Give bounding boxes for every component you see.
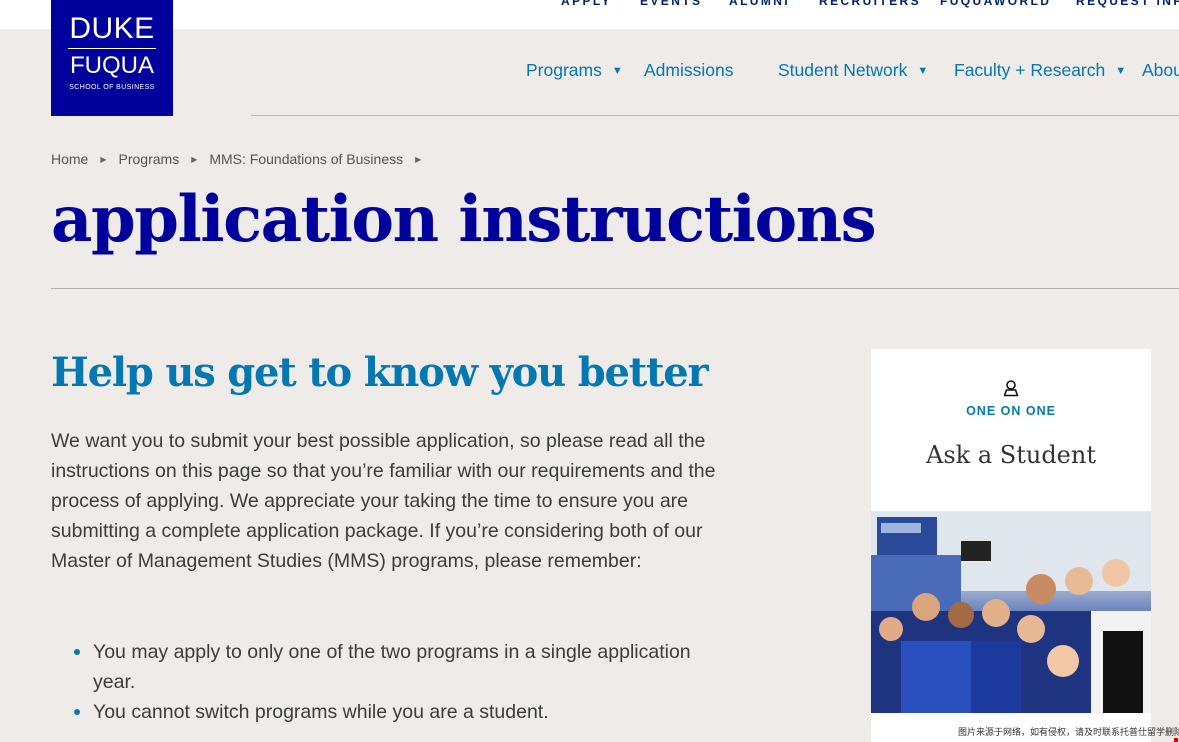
- breadcrumb-home[interactable]: Home: [51, 151, 88, 167]
- title-divider: [51, 288, 1179, 289]
- card-kicker: ONE ON ONE: [966, 404, 1056, 418]
- nav-item-about[interactable]: About: [1142, 60, 1179, 81]
- caret-down-icon: ▼: [917, 64, 929, 77]
- nav-item-label: Admissions: [644, 60, 734, 80]
- logo-line-fuqua: FUQUA: [70, 52, 154, 79]
- utility-link-recruiters[interactable]: RECRUITERS: [819, 0, 940, 11]
- person-icon: [1003, 380, 1019, 397]
- duke-fuqua-logo[interactable]: DUKE FUQUA SCHOOL OF BUSINESS: [51, 0, 173, 116]
- students-photo-illustration: [871, 511, 1151, 713]
- breadcrumb-separator-icon: ▶: [415, 154, 422, 164]
- ask-a-student-card[interactable]: ONE ON ONE Ask a Student: [871, 349, 1151, 742]
- nav-item-faculty-research[interactable]: Faculty + Research ▼: [954, 60, 1126, 81]
- intro-paragraph: We want you to submit your best possible…: [51, 430, 716, 572]
- requirements-list: You may apply to only one of the two pro…: [71, 637, 691, 727]
- utility-link-events[interactable]: EVENTS: [640, 0, 729, 11]
- nav-item-student-network[interactable]: Student Network ▼: [778, 60, 928, 81]
- page-title: application instructions: [51, 182, 877, 257]
- nav-item-label: Faculty + Research: [954, 60, 1106, 80]
- utility-bar: APPLY EVENTS ALUMNI RECRUITERS FUQUAWORL…: [0, 0, 1179, 29]
- breadcrumb-programs[interactable]: Programs: [119, 151, 180, 167]
- nav-item-label: About: [1142, 60, 1179, 80]
- watermark-text: 图片来源于网络，如有侵权，请及时联系托普仕留学删除: [958, 727, 1179, 737]
- nav-item-label: Student Network: [778, 60, 908, 80]
- breadcrumb: Home ▶ Programs ▶ MMS: Foundations of Bu…: [51, 151, 433, 167]
- utility-nav: APPLY EVENTS ALUMNI RECRUITERS FUQUAWORL…: [561, 0, 1179, 11]
- nav-item-programs[interactable]: Programs ▼: [526, 60, 623, 81]
- list-item: You may apply to only one of the two pro…: [71, 637, 691, 697]
- students-photo: [871, 511, 1151, 713]
- nav-item-label: Programs: [526, 60, 602, 80]
- list-item: You cannot switch programs while you are…: [71, 697, 691, 727]
- corner-marker: [1174, 738, 1178, 742]
- logo-line-duke: DUKE: [69, 12, 155, 45]
- logo-line-school: SCHOOL OF BUSINESS: [69, 84, 155, 91]
- nav-divider: [251, 115, 1179, 116]
- breadcrumb-separator-icon: ▶: [191, 154, 198, 164]
- utility-link-request-info[interactable]: REQUEST INFO: [1076, 0, 1179, 11]
- breadcrumb-separator-icon: ▶: [100, 154, 107, 164]
- logo-divider: [68, 48, 156, 49]
- utility-link-fuquaworld[interactable]: FUQUAWORLD: [940, 0, 1076, 11]
- caret-down-icon: ▼: [611, 64, 623, 77]
- breadcrumb-mms-foundations[interactable]: MMS: Foundations of Business: [209, 151, 403, 167]
- card-title: Ask a Student: [926, 441, 1096, 469]
- utility-link-alumni[interactable]: ALUMNI: [729, 0, 819, 11]
- section-heading: Help us get to know you better: [51, 349, 709, 396]
- caret-down-icon: ▼: [1115, 64, 1127, 77]
- utility-link-apply[interactable]: APPLY: [561, 0, 640, 11]
- nav-item-admissions[interactable]: Admissions: [644, 60, 733, 81]
